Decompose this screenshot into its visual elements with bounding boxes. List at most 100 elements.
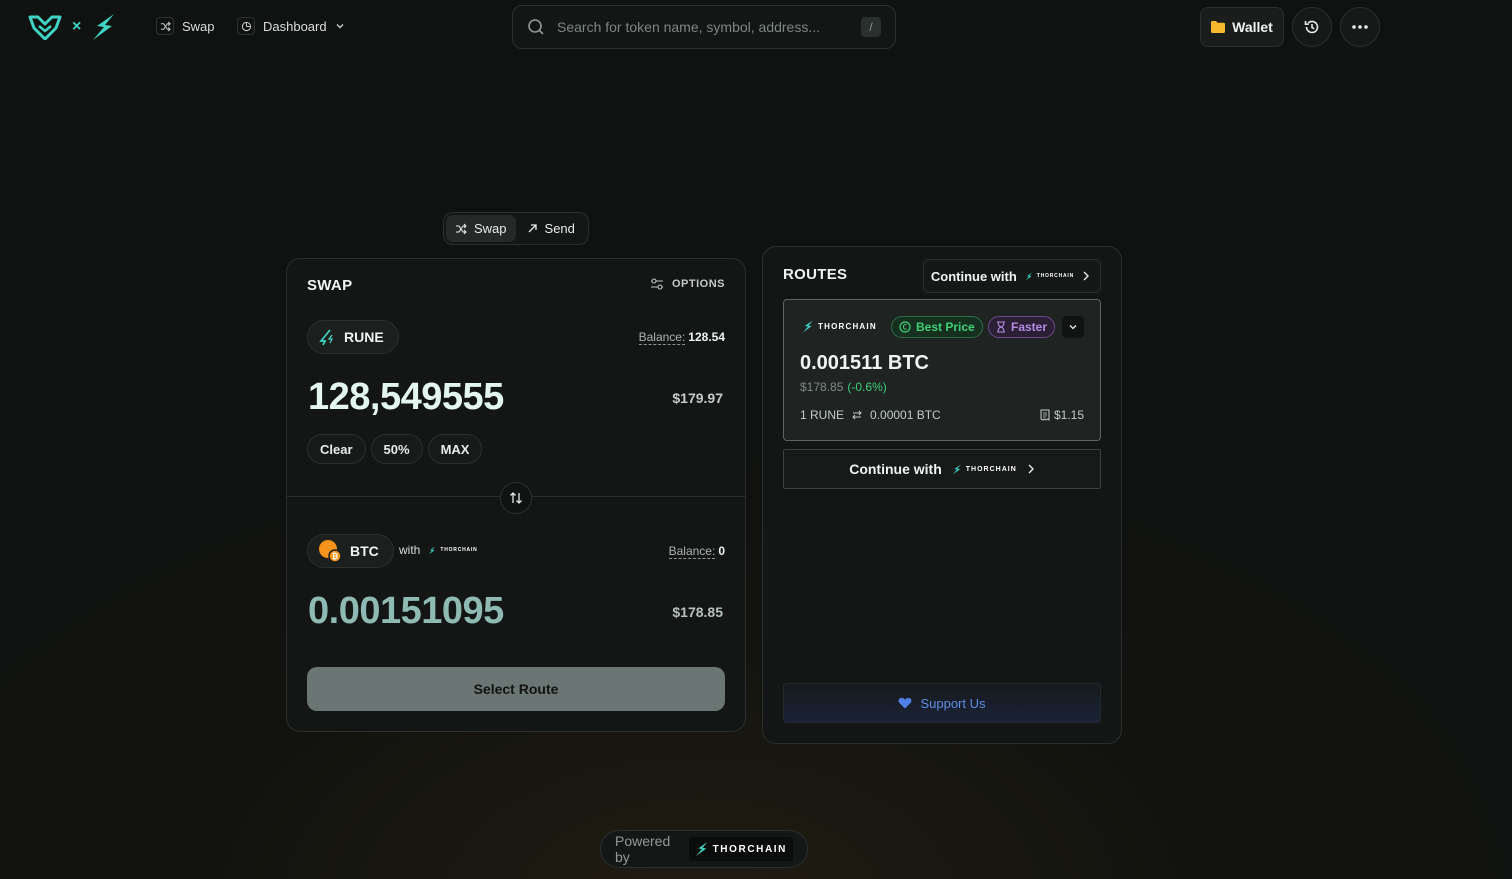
to-token-selector[interactable]: ₿ BTC [307,534,394,568]
brand-logos[interactable]: × [28,12,117,42]
folder-icon [1211,21,1226,33]
from-balance-value: 128.54 [688,330,725,344]
svg-text:₿: ₿ [332,552,339,561]
chevron-right-icon [1083,271,1089,281]
quick-amount-buttons: Clear 50% MAX [307,434,483,464]
thorchain-footer-logo: THORCHAIN [688,837,793,861]
wallet-button[interactable]: Wallet [1200,7,1284,47]
route-option[interactable]: THORCHAIN Best Price Faster 0.001511 BTC… [783,299,1101,441]
to-balance-value: 0 [718,544,725,558]
search-shortcut-hint: / [861,17,881,37]
from-token-selector[interactable]: RUNE [307,320,399,354]
powered-by-badge[interactable]: Powered by THORCHAIN [600,830,808,868]
from-token-symbol: RUNE [344,329,384,345]
chevron-down-icon [336,24,344,29]
continue-provider: THORCHAIN [965,465,1017,473]
sliders-icon [650,278,663,290]
swap-vertical-icon [510,492,522,504]
route-rate: 1 RUNE 0.00001 BTC [800,408,941,422]
nav-swap-label: Swap [182,18,215,34]
search-icon [528,19,544,35]
swap-title: SWAP [307,277,353,294]
options-button[interactable]: OPTIONS [650,278,725,290]
hourglass-icon [997,321,1005,333]
continue-with-button[interactable]: Continue with THORCHAIN [783,449,1101,489]
max-button[interactable]: MAX [427,434,483,464]
footer-brand: THORCHAIN [712,843,787,855]
search-bar[interactable]: / [512,5,896,49]
rune-token-icon [319,329,334,346]
shuffle-icon [156,17,174,35]
continue-label: Continue with [849,461,942,477]
pie-chart-icon [237,17,255,35]
shield-logo-icon [28,15,62,40]
tab-send-label: Send [544,221,575,236]
exchange-arrows-icon [852,410,862,420]
chevron-down-icon [1069,325,1077,330]
flip-direction-button[interactable] [500,482,532,514]
routes-card: ROUTES Continue with THORCHAIN THORCHAIN… [762,246,1122,744]
thorchain-logo: THORCHAIN [952,464,1017,475]
nav-swap[interactable]: Swap [156,17,215,35]
to-usd-value: $178.85 [672,604,723,620]
tab-swap[interactable]: Swap [446,215,516,242]
to-amount-output: 0.00151095 [308,590,504,632]
faster-badge: Faster [988,316,1056,338]
routes-title: ROUTES [783,266,848,283]
search-input[interactable] [557,19,849,35]
more-menu-button[interactable] [1340,7,1380,47]
more-horizontal-icon [1352,25,1368,29]
route-provider-logo: THORCHAIN [802,320,877,333]
powered-by-label: Powered by [615,833,671,865]
thorchain-bolt-icon [952,464,961,474]
thorchain-bolt-icon [802,320,813,333]
thorchain-mini-logo: THORCHAIN [1025,272,1074,281]
with-label: with [399,543,421,557]
history-button[interactable] [1292,7,1332,47]
rate-from: 1 RUNE [800,408,845,422]
to-balance[interactable]: Balance: 0 [668,544,725,559]
support-us-label: Support Us [920,695,986,711]
support-us-button[interactable]: Support Us [783,683,1101,723]
mode-tabs: Swap Send [443,212,589,245]
thorchain-mini-logo: THORCHAIN [428,546,477,555]
shuffle-icon [456,223,467,234]
thorchain-bolt-logo-icon [93,14,115,40]
to-provider-info: with THORCHAIN [399,543,478,557]
half-button[interactable]: 50% [370,434,423,464]
thorchain-bolt-icon [695,842,707,856]
continue-top-provider: THORCHAIN [1036,273,1074,279]
faster-label: Faster [1011,320,1048,334]
route-expand-button[interactable] [1062,316,1084,338]
from-usd-value: $179.97 [672,390,723,406]
coin-icon [899,321,911,333]
chevron-right-icon [1028,464,1034,474]
wallet-label: Wallet [1232,19,1273,35]
rate-to: 0.00001 BTC [870,408,941,422]
arrow-up-right-icon [528,224,537,233]
receipt-icon [1040,409,1050,421]
best-price-label: Best Price [916,320,975,334]
from-balance[interactable]: Balance: 128.54 [638,330,725,345]
nav-dashboard-label: Dashboard [263,18,327,34]
clear-button[interactable]: Clear [307,434,366,464]
select-route-button[interactable]: Select Route [307,667,725,711]
thorchain-bolt-icon [428,546,436,554]
continue-top-label: Continue with [930,268,1017,284]
route-provider-name: THORCHAIN [818,322,877,331]
nav-dashboard[interactable]: Dashboard [237,17,345,35]
best-price-badge: Best Price [891,316,983,338]
thorchain-bolt-icon [1025,272,1032,280]
route-output-amount: 0.001511 BTC [800,352,929,374]
continue-with-top-button[interactable]: Continue with THORCHAIN [922,259,1101,293]
options-label: OPTIONS [671,278,725,290]
history-icon [1304,20,1319,34]
route-usd-value: $178.85 [800,380,844,394]
from-amount-input[interactable]: 128,549555 [308,376,504,419]
to-balance-label: Balance: [668,544,716,559]
tab-send[interactable]: Send [518,215,584,242]
btc-token-icon: ₿ [319,540,342,563]
from-balance-label: Balance: [638,330,686,345]
heart-icon [898,697,912,709]
to-token-symbol: BTC [350,543,379,559]
